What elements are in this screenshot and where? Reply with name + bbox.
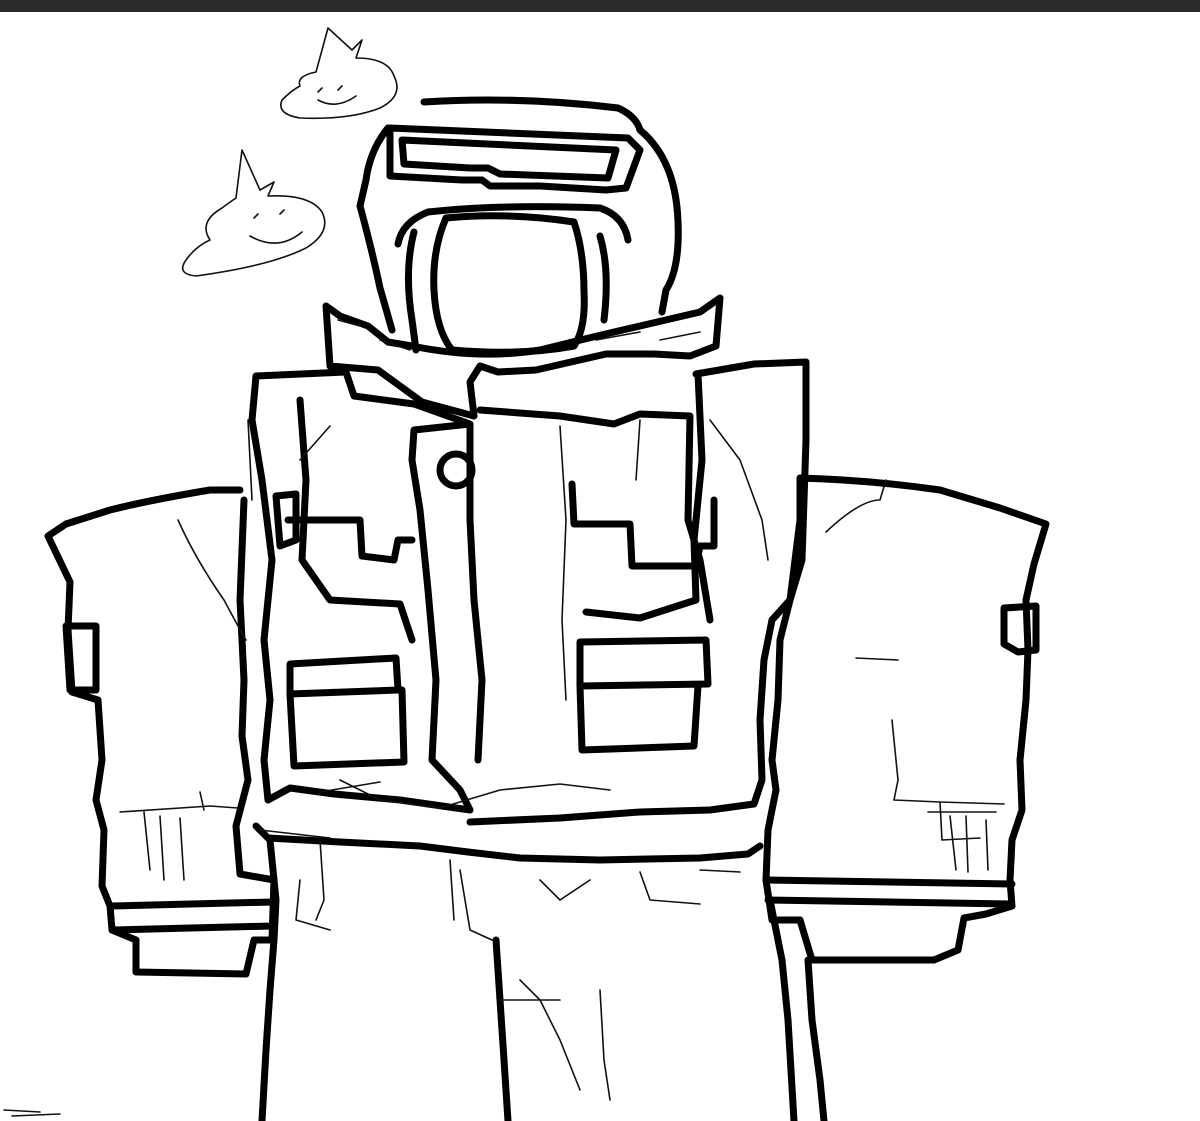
right-leg — [766, 896, 798, 1121]
smell-clouds — [181, 27, 398, 277]
vest-right — [466, 358, 810, 826]
vest-front-placket — [476, 406, 714, 624]
crotch-lines — [492, 936, 512, 1121]
pocket-left-upper — [272, 490, 416, 564]
cloud-bottom — [181, 149, 326, 277]
goggles-inner — [398, 136, 620, 182]
left-cuff — [108, 898, 276, 934]
cloud-top-face — [317, 85, 357, 105]
detail-lines — [3, 319, 1005, 1117]
drawing-canvas[interactable] — [0, 12, 1200, 1121]
right-arm — [762, 474, 1050, 964]
window-top-bar — [0, 0, 1200, 12]
right-sleeve-lines — [927, 811, 997, 873]
cloud-top — [280, 27, 398, 120]
pocket-right-side-strap — [582, 370, 706, 622]
face-shadow-right — [596, 232, 610, 324]
waist-belt — [252, 822, 764, 864]
arm-fold-right — [825, 479, 887, 533]
pants-lines — [295, 839, 741, 1101]
bottom-left-scribble — [3, 1109, 61, 1117]
pocket-left-lower — [286, 654, 408, 770]
left-sleeve-lines — [119, 791, 239, 881]
figure-outline — [44, 96, 1050, 1121]
right-cuff — [762, 876, 1016, 908]
vest-left — [248, 368, 474, 814]
sketch-drawing — [3, 27, 1050, 1121]
pocket-right-lower — [576, 636, 712, 754]
helmet-brim — [394, 203, 632, 248]
face-shadow-left — [404, 228, 420, 354]
right-leg-inner — [804, 956, 828, 1121]
arm-fold-left — [177, 519, 247, 641]
face-blank — [430, 212, 588, 356]
cloud-bottom-face — [249, 209, 303, 244]
